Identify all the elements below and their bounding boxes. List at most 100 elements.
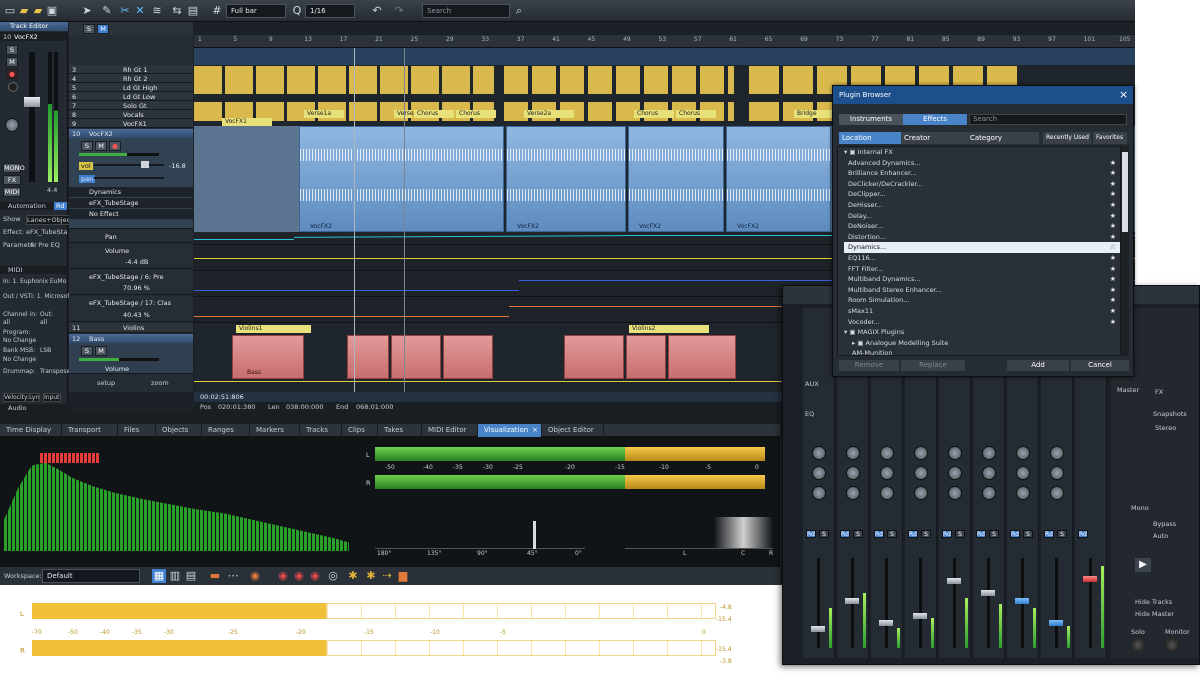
redo-icon[interactable]: ↷ bbox=[392, 4, 406, 18]
part-label[interactable]: Chorus bbox=[634, 110, 674, 118]
star-icon[interactable]: ★ bbox=[1110, 158, 1116, 169]
rd-button[interactable]: Rd bbox=[1010, 530, 1020, 538]
end-value[interactable]: 068:01:000 bbox=[356, 403, 393, 411]
solo-button[interactable]: S bbox=[6, 45, 18, 55]
fx-button[interactable]: FX bbox=[3, 175, 21, 185]
open-folder-icon[interactable]: ▰ bbox=[17, 4, 31, 18]
part-label[interactable]: Chorus bbox=[456, 110, 496, 118]
bank-select[interactable]: No Change bbox=[3, 356, 36, 363]
grid-icon[interactable]: # bbox=[210, 4, 224, 18]
tab-effects[interactable]: Effects bbox=[903, 114, 967, 125]
monitor-knob[interactable] bbox=[1165, 638, 1179, 652]
solo-button[interactable]: S bbox=[887, 530, 897, 538]
part-label[interactable]: Chorus bbox=[414, 110, 454, 118]
channel-fader[interactable] bbox=[879, 620, 893, 626]
list-item[interactable]: DeClicker/DeCrackler... ★ bbox=[844, 179, 1120, 190]
list-folder[interactable]: ▾ ▣ Internal FX bbox=[844, 147, 1120, 158]
eq-knob[interactable] bbox=[914, 466, 928, 480]
track-row[interactable]: 8 Vocals bbox=[69, 110, 193, 119]
column-category[interactable]: Category bbox=[967, 132, 1039, 144]
channel-fader[interactable] bbox=[913, 613, 927, 619]
global-solo-button[interactable]: S bbox=[83, 24, 95, 34]
audio-clip[interactable]: VocFX2 bbox=[299, 126, 504, 232]
mono-label[interactable]: Mono bbox=[1131, 504, 1149, 512]
show-select[interactable]: Lanes+Object bbox=[26, 215, 74, 225]
pan-knob[interactable] bbox=[914, 486, 928, 500]
star-icon[interactable]: ★ bbox=[1110, 317, 1116, 328]
fx-label[interactable]: FX bbox=[1155, 388, 1163, 396]
track-row[interactable]: 3 Rh Gt 1 bbox=[69, 65, 193, 74]
part-label[interactable]: Verse2a bbox=[524, 110, 574, 118]
part-label[interactable]: Violins2 bbox=[629, 325, 709, 333]
solo-button[interactable]: S bbox=[819, 530, 829, 538]
list-item[interactable]: DeClipper... ★ bbox=[844, 189, 1120, 200]
pan-knob[interactable] bbox=[982, 486, 996, 500]
track-row[interactable]: 5 Ld Gt High bbox=[69, 83, 193, 92]
track-fader[interactable] bbox=[24, 97, 40, 107]
part-label[interactable]: Violins1 bbox=[236, 325, 311, 333]
layout2-icon[interactable]: ▥ bbox=[168, 569, 182, 583]
solo-button[interactable]: S bbox=[1057, 530, 1067, 538]
channel-fader[interactable] bbox=[845, 598, 859, 604]
rd-button[interactable]: Rd bbox=[874, 530, 884, 538]
part-label[interactable]: Chorus bbox=[676, 110, 716, 118]
automation-lane-pan[interactable]: Pan bbox=[69, 230, 193, 243]
eq-knob[interactable] bbox=[846, 446, 860, 460]
pan-knob[interactable] bbox=[880, 486, 894, 500]
beat-icon[interactable]: ⇢ bbox=[380, 569, 394, 583]
fx-slot-3[interactable]: No Effect bbox=[69, 209, 193, 219]
record-button[interactable]: ● bbox=[6, 69, 18, 79]
rd-button[interactable]: Rd bbox=[976, 530, 986, 538]
split-icon[interactable]: ✂ bbox=[118, 4, 132, 18]
list-item[interactable]: Multiband Stereo Enhancer... ★ bbox=[844, 285, 1120, 296]
tab-files[interactable]: Files bbox=[118, 424, 156, 437]
eq-knob[interactable] bbox=[812, 446, 826, 460]
channel-in-select[interactable]: all bbox=[3, 319, 10, 326]
rd-button[interactable]: Rd bbox=[908, 530, 918, 538]
track-row[interactable]: 6 Ld Gt Low bbox=[69, 92, 193, 101]
channel-fader[interactable] bbox=[1015, 598, 1029, 604]
pan-knob[interactable] bbox=[5, 118, 19, 132]
star-icon[interactable]: ★ bbox=[1110, 264, 1116, 275]
audio-clip[interactable]: VocFX2 bbox=[726, 126, 831, 232]
tab-clips[interactable]: Clips bbox=[342, 424, 378, 437]
add-button[interactable]: Add bbox=[1007, 360, 1069, 371]
rd-button[interactable]: Rd bbox=[840, 530, 850, 538]
star-icon[interactable]: ★ bbox=[1110, 200, 1116, 211]
remove-button[interactable]: Remove bbox=[839, 360, 899, 371]
star-icon[interactable]: ★ bbox=[1110, 253, 1116, 264]
pan-knob[interactable] bbox=[846, 486, 860, 500]
tab-midi-editor[interactable]: MIDI Editor bbox=[422, 424, 478, 437]
star-icon[interactable]: ★ bbox=[1110, 221, 1116, 232]
effect-select[interactable]: eFX_TubeSta bbox=[26, 228, 67, 236]
loop-view-icon[interactable]: ◉ bbox=[248, 569, 262, 583]
part-label[interactable]: VocFX1 bbox=[222, 118, 272, 126]
tab-objects[interactable]: Objects bbox=[156, 424, 202, 437]
list-item-selected[interactable]: Dynamics... ☆ bbox=[844, 242, 1120, 253]
column-location[interactable]: Location bbox=[839, 132, 901, 144]
parameter-select[interactable]: 6. Pre EQ bbox=[30, 241, 60, 249]
midi-in[interactable]: In: 1. Euphonix EuMo bbox=[3, 278, 66, 285]
list-item[interactable]: DeHisser... ★ bbox=[844, 200, 1120, 211]
automation-lane-volume[interactable]: Volume -4.4 dB bbox=[69, 244, 193, 269]
channel-fader[interactable] bbox=[981, 590, 995, 596]
eq-knob[interactable] bbox=[1050, 466, 1064, 480]
eq-knob[interactable] bbox=[846, 466, 860, 480]
close-icon[interactable]: × bbox=[1119, 88, 1128, 101]
overdub-icon[interactable]: ◉ bbox=[308, 569, 322, 583]
record-icon[interactable]: ◉ bbox=[276, 569, 290, 583]
loop-icon[interactable]: ⇆ bbox=[170, 4, 184, 18]
audio-clip[interactable]: VocFX2 bbox=[628, 126, 724, 232]
fx-slot-2[interactable]: eFX_TubeStage bbox=[69, 198, 193, 208]
eq-knob[interactable] bbox=[1016, 466, 1030, 480]
channel-fader[interactable] bbox=[947, 578, 961, 584]
channel-out-select[interactable]: all bbox=[40, 319, 47, 326]
star-icon[interactable]: ★ bbox=[1110, 211, 1116, 222]
list-item[interactable]: Vocoder... ★ bbox=[844, 317, 1120, 328]
vol-slider-handle[interactable] bbox=[141, 161, 149, 168]
list-item[interactable]: AM-Munition bbox=[844, 348, 1120, 359]
cancel-button[interactable]: Cancel bbox=[1071, 360, 1129, 371]
pan-knob[interactable] bbox=[1016, 486, 1030, 500]
markers-icon[interactable]: ⋯ bbox=[226, 569, 240, 583]
punch-icon[interactable]: ◉ bbox=[292, 569, 306, 583]
